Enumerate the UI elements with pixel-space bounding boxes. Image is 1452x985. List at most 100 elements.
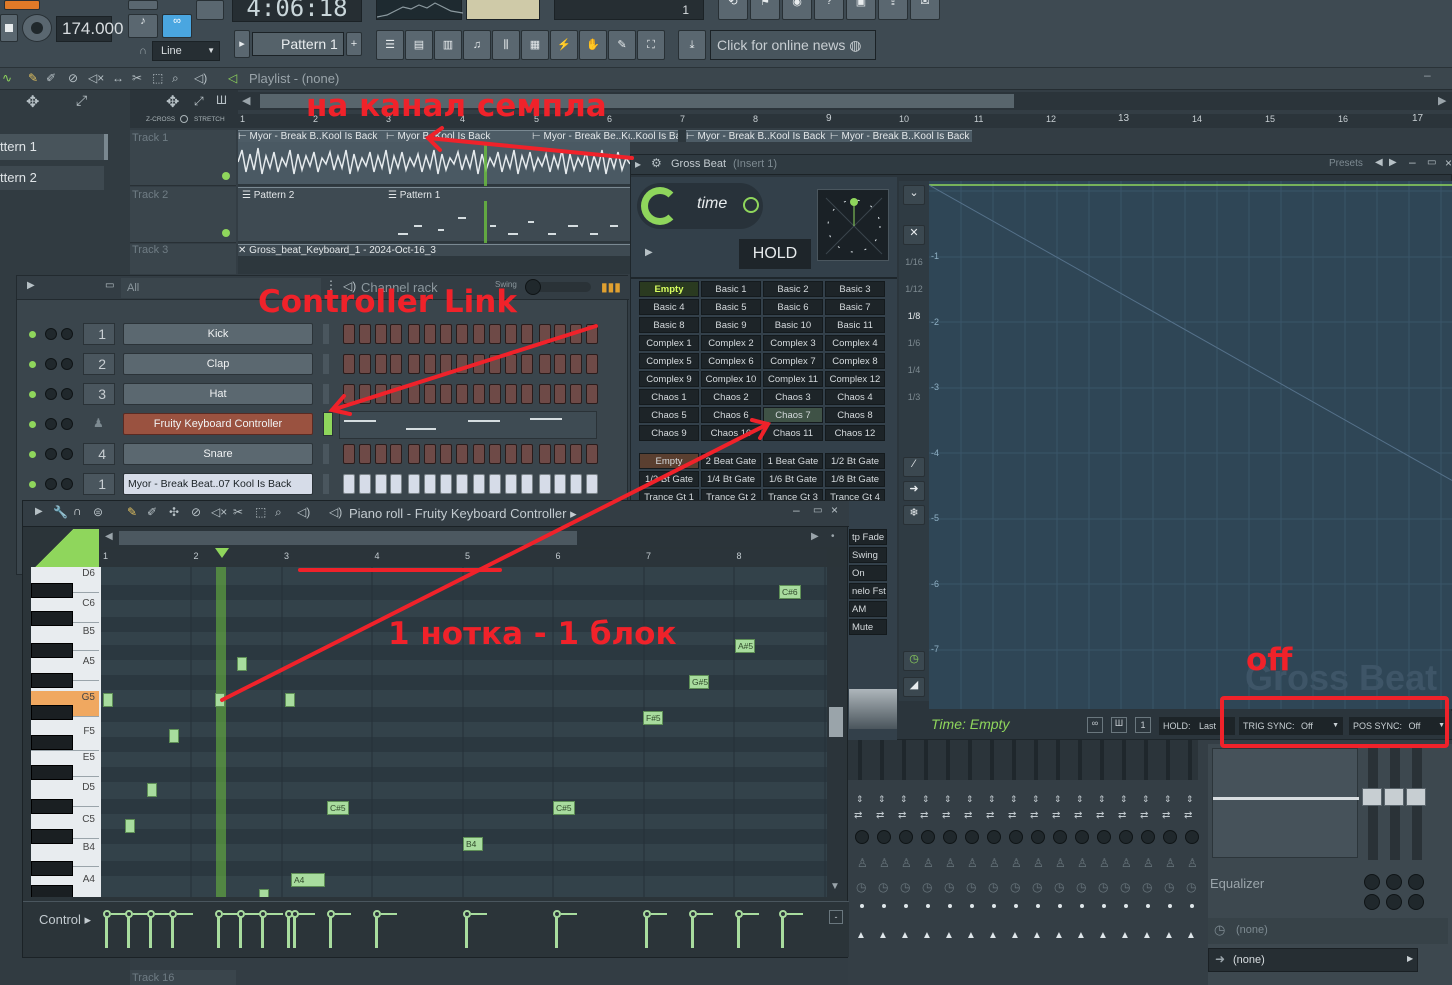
select-icon[interactable]: ⬚: [152, 71, 163, 85]
wizard-icon[interactable]: ⚑: [750, 0, 780, 20]
step-button[interactable]: [520, 384, 533, 404]
send-icon[interactable]: ♙: [1055, 856, 1066, 870]
song-time-display[interactable]: 4:06:18: [232, 0, 362, 22]
clock-icon[interactable]: ◷: [878, 880, 888, 894]
step-button[interactable]: [473, 384, 486, 404]
speaker-icon[interactable]: ◁): [297, 505, 310, 519]
arrow-up-icon[interactable]: ▲: [922, 930, 932, 941]
step-button[interactable]: [538, 474, 551, 494]
volume-preset-item[interactable]: On Gate: [849, 565, 887, 595]
strip-led[interactable]: [970, 904, 974, 908]
send-icon[interactable]: ♙: [989, 856, 1000, 870]
audio-clip[interactable]: ⊢ Myor - Break B..Kool Is Back: [830, 130, 972, 142]
strip-led[interactable]: [1080, 904, 1084, 908]
velocity-handle[interactable]: [291, 910, 299, 918]
pattern-item[interactable]: ttern 2: [0, 166, 104, 190]
arrow-up-icon[interactable]: ▲: [1164, 930, 1174, 941]
time-tool-icon[interactable]: ◷: [903, 651, 925, 671]
step-button[interactable]: [538, 324, 551, 344]
note[interactable]: C#5: [327, 801, 349, 815]
step-button[interactable]: [374, 474, 387, 494]
arrow-icon[interactable]: ▸: [635, 157, 641, 171]
brush-icon[interactable]: ✐: [147, 505, 157, 519]
route-icon[interactable]: ⇕: [1098, 794, 1106, 805]
slice-icon[interactable]: ✂: [132, 71, 142, 85]
select-icon[interactable]: ⬚: [255, 505, 266, 519]
track-header[interactable]: Track 1: [130, 130, 236, 186]
step-button[interactable]: [358, 474, 371, 494]
time-preset-item[interactable]: Basic 1: [701, 281, 761, 297]
event-editor[interactable]: Control ▸ -: [23, 901, 849, 957]
xy-mix-pad[interactable]: [817, 189, 889, 261]
eq-knob[interactable]: [1386, 894, 1402, 910]
track-lane[interactable]: ☰ Pattern 2 ☰ Pattern 1: [238, 187, 630, 243]
note[interactable]: [147, 783, 157, 797]
time-preset-item[interactable]: Chaos 8: [825, 407, 885, 423]
step-button[interactable]: [455, 444, 468, 464]
swap-icon[interactable]: ⇄: [964, 810, 972, 821]
piano-key-black[interactable]: [31, 583, 73, 598]
scroll-left-icon[interactable]: ◀: [242, 94, 256, 108]
wrench-icon[interactable]: 🔧: [53, 505, 68, 519]
volume-knob[interactable]: [61, 358, 73, 370]
pan-knob[interactable]: [1185, 830, 1199, 844]
track-header[interactable]: Track 16: [130, 970, 236, 985]
time-preset-item[interactable]: Complex 9: [639, 371, 699, 387]
swap-icon[interactable]: ⇄: [1162, 810, 1170, 821]
help-icon[interactable]: ?: [814, 0, 844, 20]
time-preset-item[interactable]: Chaos 9: [639, 425, 699, 441]
send-icon[interactable]: ♙: [1121, 856, 1132, 870]
arrow-up-icon[interactable]: ▲: [1054, 930, 1064, 941]
step-button[interactable]: [520, 474, 533, 494]
time-mode-icon[interactable]: [641, 187, 679, 225]
scroll-right-icon[interactable]: ▶: [1438, 94, 1452, 108]
clock-icon[interactable]: ◷: [1032, 880, 1042, 894]
volume-preset-item[interactable]: nelo Fst: [849, 583, 887, 599]
route-icon[interactable]: ⇕: [1076, 794, 1084, 805]
pan-knob[interactable]: [877, 830, 891, 844]
channel-led[interactable]: [29, 451, 36, 458]
waveform-zoom-icon[interactable]: ✥: [166, 92, 179, 112]
velocity-handle[interactable]: [553, 910, 561, 918]
pan-knob[interactable]: [965, 830, 979, 844]
clock-icon[interactable]: ◷: [966, 880, 976, 894]
send-icon[interactable]: ♙: [1165, 856, 1176, 870]
maximize-button[interactable]: ▭: [813, 505, 822, 516]
pencil-tool-icon[interactable]: ⁄: [903, 457, 925, 477]
piano-roll-icon[interactable]: ♫: [463, 30, 491, 60]
mixer-track-number[interactable]: 3: [83, 383, 115, 405]
clock-icon[interactable]: ◷: [988, 880, 998, 894]
strip-led[interactable]: [1168, 904, 1172, 908]
volume-knob[interactable]: [61, 418, 73, 430]
time-preset-item[interactable]: Complex 12: [825, 371, 885, 387]
fader-handle[interactable]: [1384, 788, 1404, 806]
step-button[interactable]: [439, 384, 452, 404]
zoom-icon[interactable]: ⌕: [275, 505, 282, 520]
audio-clip[interactable]: ⊢ Myor - Break B..Kool Is Back: [686, 130, 830, 142]
arrow-up-icon[interactable]: ▲: [856, 930, 866, 941]
pan-knob[interactable]: [855, 830, 869, 844]
time-preset-item[interactable]: Basic 9: [701, 317, 761, 333]
menu-arrow-icon[interactable]: ▶: [27, 280, 35, 291]
time-preset-item[interactable]: Basic 4: [639, 299, 699, 315]
velocity-lane[interactable]: [101, 902, 827, 958]
pan-knob[interactable]: [1163, 830, 1177, 844]
time-preset-item[interactable]: Complex 3: [763, 335, 823, 351]
add-pattern-button[interactable]: +: [346, 32, 362, 56]
volume-preset-item[interactable]: Empty: [639, 453, 699, 469]
velocity-handle[interactable]: [643, 910, 651, 918]
grid-resolution-item[interactable]: 1/8: [901, 305, 927, 327]
hold-button[interactable]: HOLD: [739, 239, 811, 269]
arrow-up-icon[interactable]: ▲: [878, 930, 888, 941]
velocity-handle[interactable]: [237, 910, 245, 918]
note[interactable]: [103, 693, 113, 707]
step-button[interactable]: [358, 384, 371, 404]
velocity-handle[interactable]: [215, 910, 223, 918]
pan-knob[interactable]: [1075, 830, 1089, 844]
touch-icon[interactable]: ✋: [579, 30, 607, 60]
note[interactable]: F#5: [643, 711, 663, 725]
route-icon[interactable]: ⇕: [1120, 794, 1128, 805]
strip-led[interactable]: [1014, 904, 1018, 908]
eq-knob[interactable]: [1408, 894, 1424, 910]
step-button[interactable]: [505, 444, 517, 464]
